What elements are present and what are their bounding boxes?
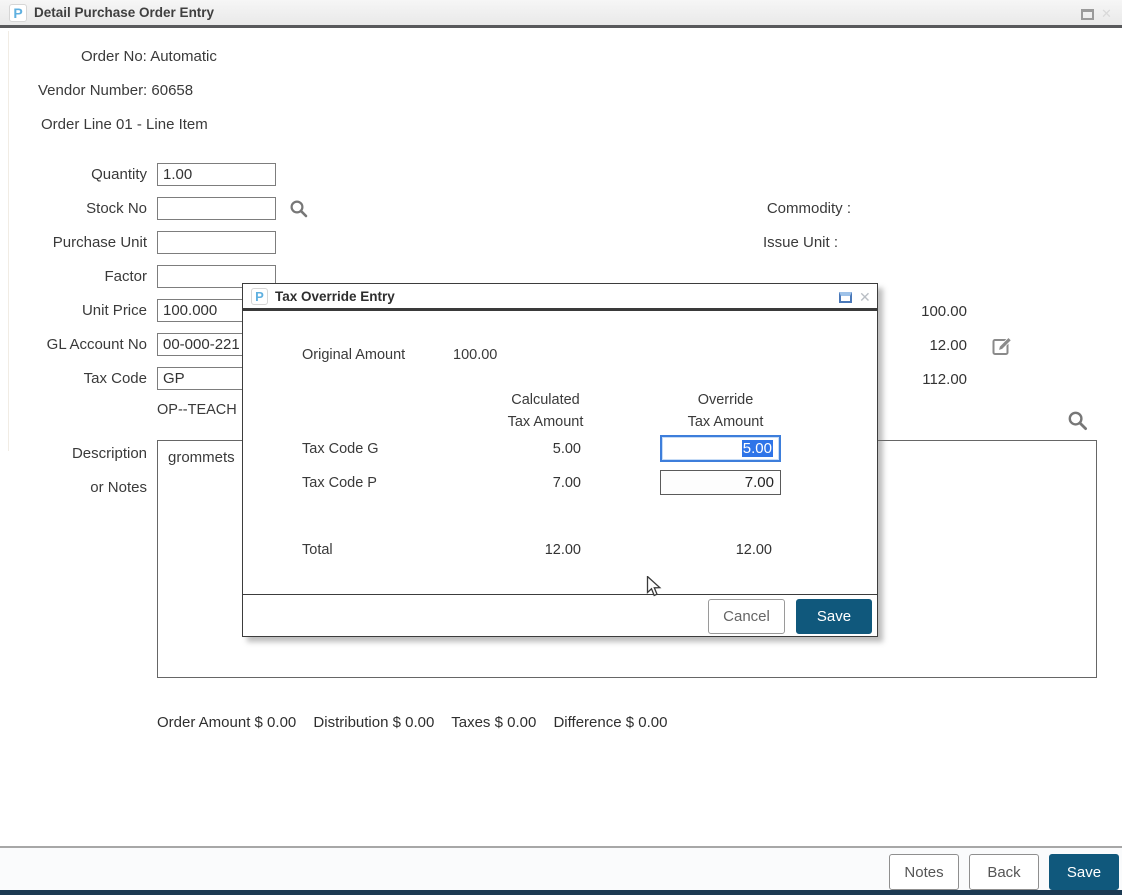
dialog-close-icon[interactable]: ✕: [859, 289, 871, 306]
issue-unit-label: Issue Unit :: [600, 234, 838, 251]
gl-account-label: GL Account No: [0, 333, 147, 356]
save-button[interactable]: Save: [1049, 854, 1119, 890]
dialog-restore-icon[interactable]: [839, 292, 852, 303]
tax-code-g-override-input[interactable]: 5.00: [660, 435, 781, 462]
order-line-text: Order Line 01 - Line Item: [41, 116, 208, 133]
stock-no-input[interactable]: [157, 197, 276, 220]
stock-no-row: Stock No: [0, 197, 400, 220]
modal-total-calculated: 12.00: [481, 542, 581, 558]
tax-code-label: Tax Code: [0, 367, 147, 390]
purchase-unit-input[interactable]: [157, 231, 276, 254]
stock-no-label: Stock No: [0, 197, 147, 220]
tax-code-p-calculated: 7.00: [481, 475, 581, 491]
dialog-titlebar: P Tax Override Entry ✕: [243, 284, 877, 311]
stock-no-search-icon[interactable]: [289, 199, 308, 223]
window-titlebar: P Detail Purchase Order Entry ✕: [0, 0, 1122, 28]
modal-total-label: Total: [302, 542, 333, 558]
unit-price-label: Unit Price: [0, 299, 147, 322]
factor-label: Factor: [0, 265, 147, 288]
tax-code-g-calculated: 5.00: [481, 441, 581, 457]
description-label-line2: or Notes: [0, 479, 147, 496]
purchase-unit-label: Purchase Unit: [0, 231, 147, 254]
description-label-line1: Description: [0, 445, 147, 462]
tax-code-p-label: Tax Code P: [302, 475, 377, 491]
tax-code-description-text: OP--TEACH: [157, 402, 237, 418]
tax-code-p-override-input[interactable]: [660, 470, 781, 495]
dialog-save-button[interactable]: Save: [796, 599, 872, 634]
override-column-header: Override Tax Amount: [653, 389, 798, 433]
app-logo-icon: P: [9, 4, 27, 22]
modal-total-override: 12.00: [672, 542, 772, 558]
commodity-label: Commodity :: [600, 200, 851, 217]
totals-summary: Order Amount $ 0.00 Distribution $ 0.00 …: [157, 714, 680, 731]
notes-button[interactable]: Notes: [889, 854, 959, 890]
tax-code-g-label: Tax Code G: [302, 441, 379, 457]
order-amount-total: Order Amount $ 0.00: [157, 714, 296, 731]
purchase-unit-row: Purchase Unit: [0, 231, 400, 254]
tax-override-entry-dialog: P Tax Override Entry ✕ Original Amount 1…: [242, 283, 878, 637]
back-button[interactable]: Back: [969, 854, 1039, 890]
selected-text: 5.00: [742, 440, 773, 457]
quantity-row: Quantity: [0, 163, 400, 186]
bottom-action-bar: Notes Back Save: [0, 846, 1122, 895]
original-amount-value: 100.00: [453, 347, 497, 363]
close-window-icon[interactable]: ✕: [1101, 6, 1112, 22]
restore-window-icon[interactable]: [1081, 9, 1094, 20]
order-no-text: Order No: Automatic: [81, 48, 217, 65]
quantity-label: Quantity: [0, 163, 147, 186]
dialog-cancel-button[interactable]: Cancel: [708, 599, 785, 634]
dialog-logo-icon: P: [251, 288, 268, 305]
window-title: Detail Purchase Order Entry: [34, 5, 214, 20]
dialog-title: Tax Override Entry: [275, 289, 395, 304]
taxes-total: Taxes $ 0.00: [451, 714, 536, 731]
notes-search-icon[interactable]: [1067, 410, 1088, 436]
calculated-column-header: Calculated Tax Amount: [473, 389, 618, 433]
quantity-input[interactable]: [157, 163, 276, 186]
mouse-cursor: [646, 576, 664, 603]
original-amount-label: Original Amount: [302, 347, 405, 363]
distribution-total: Distribution $ 0.00: [313, 714, 434, 731]
edit-tax-icon[interactable]: [992, 336, 1013, 362]
difference-total: Difference $ 0.00: [553, 714, 667, 731]
dialog-footer-divider: [243, 594, 877, 595]
vendor-number-text: Vendor Number: 60658: [38, 82, 193, 99]
